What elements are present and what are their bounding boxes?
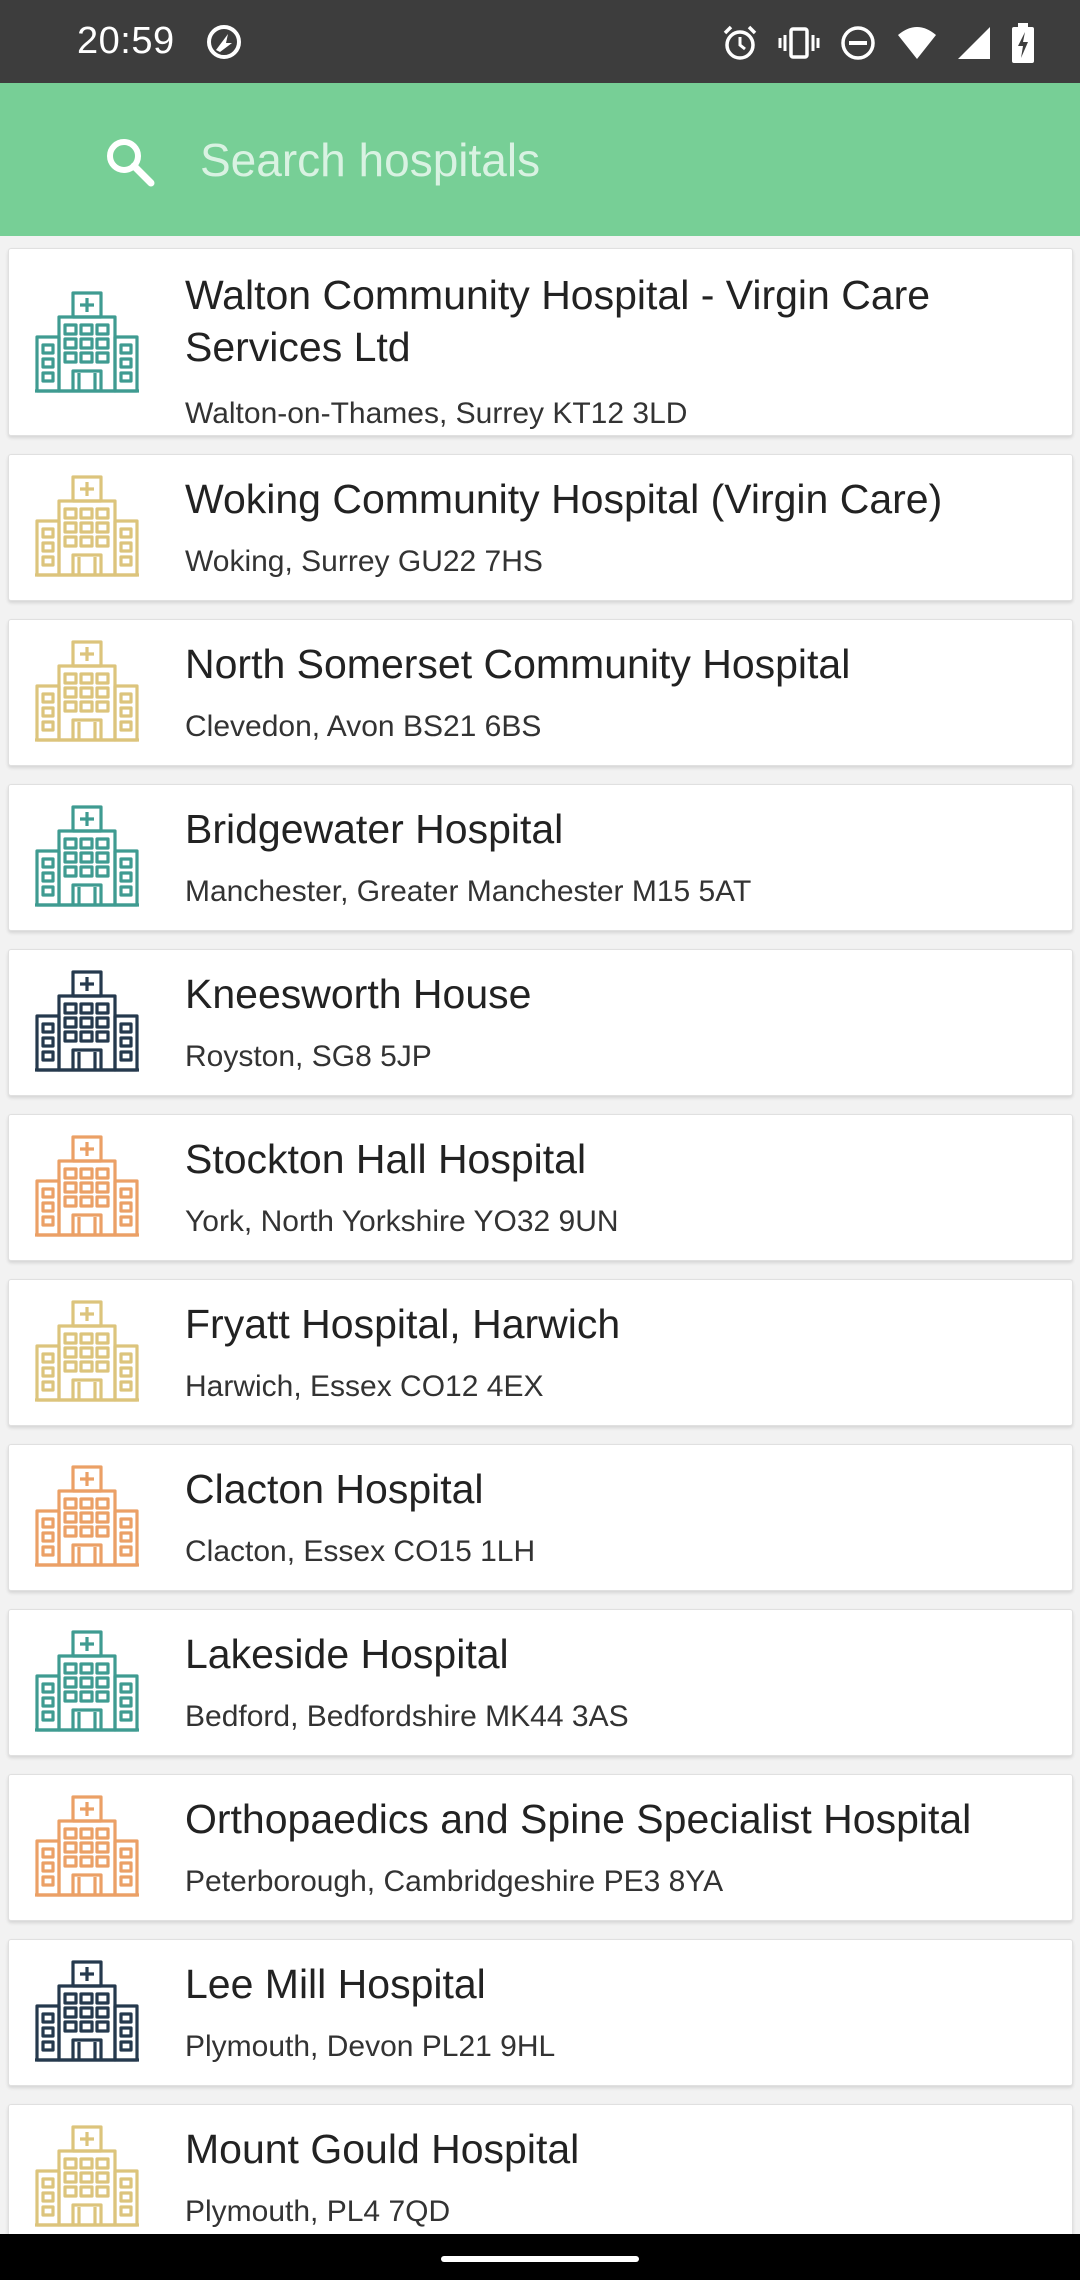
hospital-name: Clacton Hospital [185,1466,484,1512]
navigation-bar [0,2234,1080,2280]
status-icons [720,22,1036,69]
hospital-address: Plymouth, PL4 7QD [185,2195,451,2228]
hospital-building-icon [35,475,139,584]
hospital-card[interactable]: Lakeside Hospital Bedford, Bedfordshire M… [8,1609,1073,1756]
hospital-name: Lakeside Hospital [185,1631,509,1677]
hospital-name: Bridgewater Hospital [185,806,564,852]
hospital-name: Kneesworth House [185,971,532,1017]
hospital-name: North Somerset Community Hospital [185,641,851,687]
hospital-building-icon [35,1300,139,1409]
cellular-signal-icon [956,23,992,68]
search-input[interactable] [198,123,1022,197]
hospital-address: Clacton, Essex CO15 1LH [185,1535,536,1568]
hospital-building-icon [35,1465,139,1574]
hospital-building-icon [35,1630,139,1739]
hospital-card[interactable]: Orthopaedics and Spine Specialist Hospit… [8,1774,1073,1921]
hospital-address: Bedford, Bedfordshire MK44 3AS [185,1700,629,1733]
hospital-name: Mount Gould Hospital [185,2126,580,2172]
hospital-card[interactable]: Fryatt Hospital, Harwich Harwich, Essex C… [8,1279,1073,1426]
hospital-name: Lee Mill Hospital [185,1961,486,2007]
hospital-address: Royston, SG8 5JP [185,1040,432,1073]
hospital-card[interactable]: North Somerset Community Hospital Clevedo… [8,619,1073,766]
hospital-card[interactable]: Woking Community Hospital (Virgin Care) W… [8,454,1073,601]
hospital-card[interactable]: Lee Mill Hospital Plymouth, Devon PL21 9H… [8,1939,1073,2086]
hospital-list[interactable]: Walton Community Hospital - Virgin Care … [0,236,1080,2234]
hospital-address: Clevedon, Avon BS21 6BS [185,710,542,743]
hospital-name: Orthopaedics and Spine Specialist Hospit… [185,1796,972,1842]
hospital-card[interactable]: Stockton Hall Hospital York, North Yorksh… [8,1114,1073,1261]
status-time: 20:59 [77,20,175,62]
hospital-card[interactable]: Bridgewater Hospital Manchester, Greater … [8,784,1073,931]
hospital-card[interactable]: Clacton Hospital Clacton, Essex CO15 1LH [8,1444,1073,1591]
vibrate-icon [778,23,820,68]
hospital-name: Fryatt Hospital, Harwich [185,1301,621,1347]
data-saver-icon [204,22,244,67]
hospital-address: Harwich, Essex CO12 4EX [185,1370,544,1403]
hospital-address: Peterborough, Cambridgeshire PE3 8YA [185,1865,724,1898]
hospital-address: Woking, Surrey GU22 7HS [185,545,543,578]
hospital-building-icon [35,2125,139,2234]
search-bar [0,83,1080,236]
hospital-address: Walton-on-Thames, Surrey KT12 3LD [185,397,688,430]
hospital-building-icon [35,1960,139,2069]
hospital-address: York, North Yorkshire YO32 9UN [185,1205,619,1238]
hospital-address: Manchester, Greater Manchester M15 5AT [185,875,752,908]
do-not-disturb-icon [838,23,878,68]
hospital-building-icon [35,1795,139,1904]
alarm-icon [720,23,760,68]
hospital-building-icon [35,970,139,1079]
hospital-building-icon [35,1135,139,1244]
hospital-address: Plymouth, Devon PL21 9HL [185,2030,556,2063]
battery-charging-icon [1010,22,1036,69]
hospital-building-icon [35,640,139,749]
hospital-name: Stockton Hall Hospital [185,1136,587,1182]
wifi-icon [896,23,938,68]
hospital-card[interactable]: Kneesworth House Royston, SG8 5JP [8,949,1073,1096]
home-gesture-handle[interactable] [441,2256,639,2262]
hospital-card[interactable]: Walton Community Hospital - Virgin Care … [8,248,1073,436]
search-icon[interactable] [104,136,156,193]
status-bar: 20:59 [0,0,1080,83]
hospital-card[interactable]: Mount Gould Hospital Plymouth, PL4 7QD [8,2104,1073,2234]
hospital-name: Woking Community Hospital (Virgin Care) [185,476,943,522]
hospital-building-icon [35,291,139,400]
hospital-name: Walton Community Hospital - Virgin Care … [185,272,931,370]
hospital-building-icon [35,805,139,914]
